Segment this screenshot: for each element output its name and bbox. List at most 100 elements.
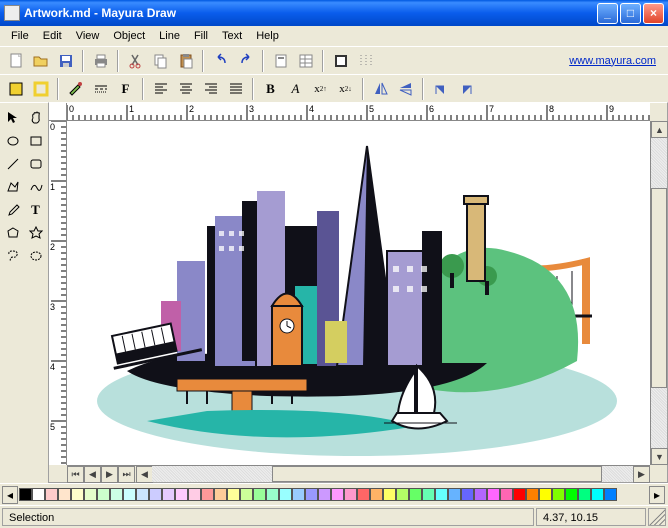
- pointer-tool[interactable]: [2, 107, 23, 128]
- color-swatch[interactable]: [513, 488, 526, 501]
- superscript-button[interactable]: x2↑: [309, 78, 332, 100]
- scroll-left-button[interactable]: ◀: [136, 466, 153, 483]
- rotate-right-button[interactable]: [454, 78, 477, 100]
- color-swatch[interactable]: [71, 488, 84, 501]
- color-swatch[interactable]: [201, 488, 214, 501]
- page-first-button[interactable]: ⏮: [67, 466, 84, 483]
- align-justify-button[interactable]: [224, 78, 247, 100]
- menu-fill[interactable]: Fill: [187, 28, 215, 44]
- color-swatch[interactable]: [565, 488, 578, 501]
- color-swatch[interactable]: [292, 488, 305, 501]
- color-swatch[interactable]: [487, 488, 500, 501]
- ellipse-tool[interactable]: [2, 130, 23, 151]
- flip-h-button[interactable]: [369, 78, 392, 100]
- website-link[interactable]: www.mayura.com: [569, 55, 656, 67]
- ruler-vertical[interactable]: 0123456: [49, 121, 67, 465]
- menu-help[interactable]: Help: [249, 28, 286, 44]
- color-swatch[interactable]: [240, 488, 253, 501]
- redo-button[interactable]: [234, 50, 257, 72]
- page-setup-button[interactable]: [269, 50, 292, 72]
- color-swatch[interactable]: [474, 488, 487, 501]
- preview-button[interactable]: [329, 50, 352, 72]
- scroll-up-button[interactable]: ▲: [651, 121, 668, 138]
- color-swatch[interactable]: [344, 488, 357, 501]
- color-swatch[interactable]: [45, 488, 58, 501]
- color-swatch[interactable]: [435, 488, 448, 501]
- regular-polygon-tool[interactable]: [2, 222, 23, 243]
- copy-button[interactable]: [149, 50, 172, 72]
- color-swatch[interactable]: [331, 488, 344, 501]
- color-swatch[interactable]: [97, 488, 110, 501]
- color-swatch[interactable]: [422, 488, 435, 501]
- scroll-thumb-v[interactable]: [651, 188, 667, 388]
- undo-button[interactable]: [209, 50, 232, 72]
- menu-edit[interactable]: Edit: [36, 28, 69, 44]
- color-swatch[interactable]: [318, 488, 331, 501]
- color-swatch[interactable]: [253, 488, 266, 501]
- color-swatch[interactable]: [500, 488, 513, 501]
- menu-view[interactable]: View: [69, 28, 107, 44]
- subscript-button[interactable]: x2↓: [334, 78, 357, 100]
- color-swatch[interactable]: [448, 488, 461, 501]
- align-left-button[interactable]: [149, 78, 172, 100]
- star-tool[interactable]: [25, 222, 46, 243]
- color-swatch[interactable]: [19, 488, 32, 501]
- polygon-tool[interactable]: [2, 176, 23, 197]
- roundrect-tool[interactable]: [25, 153, 46, 174]
- color-swatch[interactable]: [578, 488, 591, 501]
- color-swatch[interactable]: [84, 488, 97, 501]
- paste-button[interactable]: [174, 50, 197, 72]
- canvas[interactable]: [67, 121, 650, 465]
- rotate-left-button[interactable]: [429, 78, 452, 100]
- grid-button[interactable]: [354, 50, 377, 72]
- rectangle-tool[interactable]: [25, 130, 46, 151]
- text-tool[interactable]: T: [25, 199, 46, 220]
- page-prev-button[interactable]: ◀: [84, 466, 101, 483]
- open-button[interactable]: [29, 50, 52, 72]
- bold-button[interactable]: B: [259, 78, 282, 100]
- palette-scroll-right[interactable]: ▸: [649, 486, 665, 504]
- paint-button[interactable]: [64, 78, 87, 100]
- color-swatch[interactable]: [58, 488, 71, 501]
- color-swatch[interactable]: [136, 488, 149, 501]
- line-style-button[interactable]: [89, 78, 112, 100]
- line-tool[interactable]: [2, 153, 23, 174]
- stroke-color-button[interactable]: [29, 78, 52, 100]
- color-swatch[interactable]: [227, 488, 240, 501]
- page-next-button[interactable]: ▶: [101, 466, 118, 483]
- fill-color-button[interactable]: [4, 78, 27, 100]
- page-last-button[interactable]: ⏭: [118, 466, 135, 483]
- flip-v-button[interactable]: [394, 78, 417, 100]
- color-swatch[interactable]: [188, 488, 201, 501]
- lasso-tool[interactable]: [2, 245, 23, 266]
- italic-button[interactable]: A: [284, 78, 307, 100]
- scroll-down-button[interactable]: ▼: [651, 448, 668, 465]
- color-swatch[interactable]: [149, 488, 162, 501]
- print-button[interactable]: [89, 50, 112, 72]
- color-swatch[interactable]: [396, 488, 409, 501]
- color-swatch[interactable]: [305, 488, 318, 501]
- color-swatch[interactable]: [279, 488, 292, 501]
- save-button[interactable]: [54, 50, 77, 72]
- color-swatch[interactable]: [162, 488, 175, 501]
- resize-grip[interactable]: [648, 508, 666, 526]
- curve-tool[interactable]: [25, 176, 46, 197]
- color-swatch[interactable]: [370, 488, 383, 501]
- color-swatch[interactable]: [175, 488, 188, 501]
- color-swatch[interactable]: [123, 488, 136, 501]
- dashed-ellipse-tool[interactable]: [25, 245, 46, 266]
- color-swatch[interactable]: [32, 488, 45, 501]
- menu-text[interactable]: Text: [215, 28, 249, 44]
- color-swatch[interactable]: [461, 488, 474, 501]
- scroll-right-button[interactable]: ▶: [633, 466, 650, 483]
- menu-object[interactable]: Object: [106, 28, 152, 44]
- color-swatch[interactable]: [409, 488, 422, 501]
- eyedropper-tool[interactable]: [2, 199, 23, 220]
- font-button[interactable]: F: [114, 78, 137, 100]
- minimize-button[interactable]: _: [597, 3, 618, 24]
- scrollbar-vertical[interactable]: ▲ ▼: [650, 121, 667, 465]
- color-swatch[interactable]: [214, 488, 227, 501]
- palette-scroll-left[interactable]: ◂: [2, 486, 18, 504]
- scrollbar-horizontal[interactable]: ⏮ ◀ ▶ ⏭ ◀ ▶: [67, 465, 650, 482]
- color-swatch[interactable]: [110, 488, 123, 501]
